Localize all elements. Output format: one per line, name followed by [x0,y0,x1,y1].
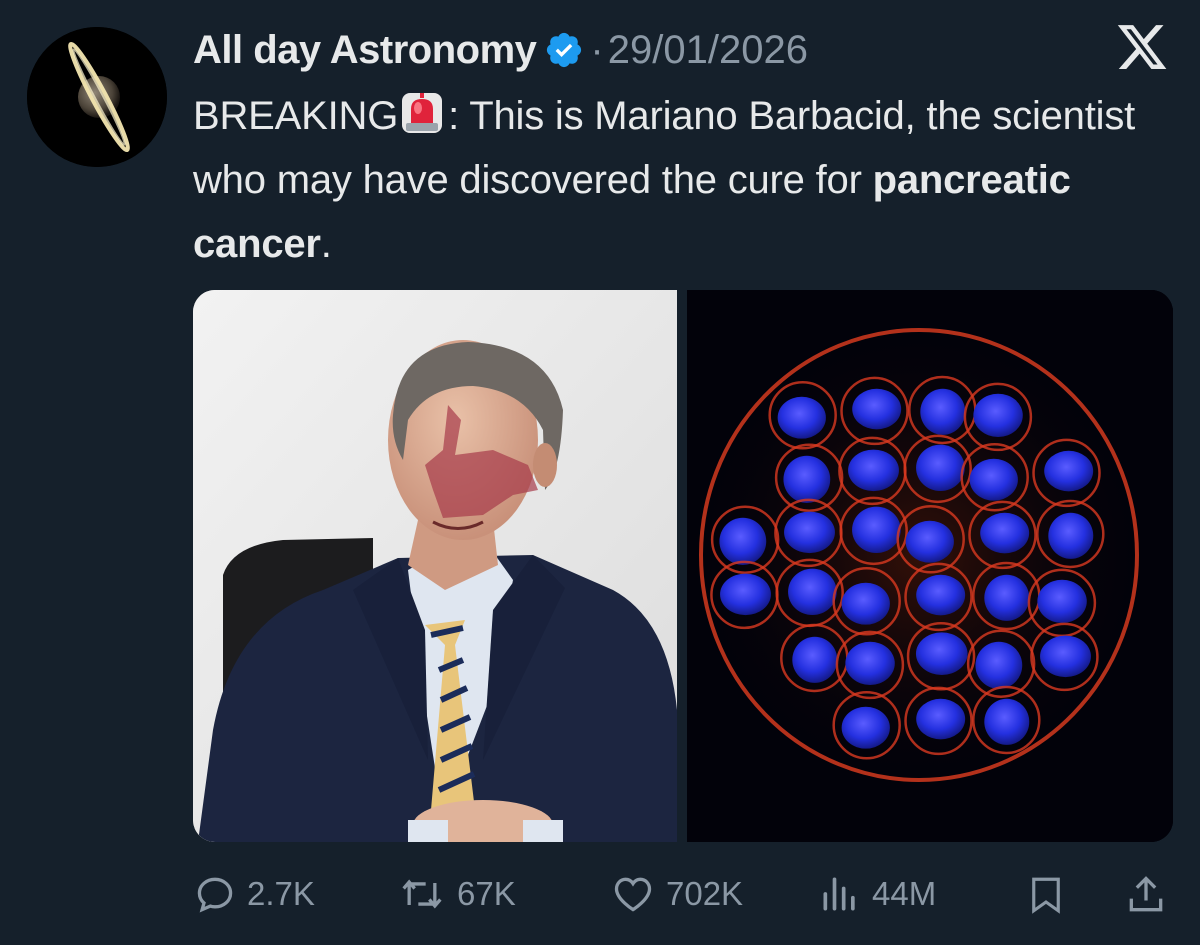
tweet-text: BREAKING : This is Mariano Barbacid, the… [193,84,1153,276]
cell-nucleus [852,388,902,430]
cell-nucleus [852,506,901,554]
bookmark-button[interactable] [1025,872,1077,918]
cell-nucleus [973,393,1023,437]
reply-button[interactable]: 2.7K [193,872,315,916]
tweet-header: All day Astronomy · 29/01/2026 [193,22,808,78]
cell-nucleus [969,458,1018,501]
siren-emoji-icon [402,93,443,133]
repost-icon [402,879,442,909]
cell-nucleus [1037,579,1087,623]
cell-nucleus [916,574,966,616]
cell-nucleus [719,517,767,565]
reply-count: 2.7K [247,875,315,912]
breaking-label: BREAKING [193,94,399,138]
cell-nucleus [905,520,954,563]
cell-nucleus [784,511,835,554]
cell-nucleus [720,573,771,616]
tweet-end-punct: . [320,222,332,266]
cell-nucleus [980,512,1030,554]
x-logo-icon [1117,25,1167,69]
verified-badge-icon [547,32,582,68]
cell-nucleus [975,641,1023,689]
media-photo-microscopy[interactable] [684,290,1173,842]
cell-nucleus [777,396,826,439]
cell-nucleus [848,449,899,492]
views-button[interactable]: 44M [818,872,936,916]
tweet-date[interactable]: 29/01/2026 [608,28,808,73]
portrait-image [193,290,677,842]
cell-nucleus [1044,450,1094,492]
cell-nucleus [1048,512,1094,559]
header-separator: · [590,27,604,72]
cell-nucleus [915,632,968,676]
cell-nucleus [984,574,1030,621]
media-grid [193,290,1173,842]
cell-nucleus [916,444,965,492]
media-photo-portrait[interactable] [193,290,677,842]
cell-nucleus [841,582,890,625]
media-divider [677,290,687,842]
cell-nucleus [841,706,890,749]
reply-icon [197,877,233,913]
heart-icon [614,877,652,912]
action-bar: 2.7K 67K 702K 44M [0,862,1200,926]
cell-nucleus [920,388,966,435]
like-button[interactable]: 702K [610,872,743,916]
repost-button[interactable]: 67K [397,872,516,916]
views-count: 44M [872,875,937,912]
cell-nucleus [792,636,838,683]
author-name[interactable]: All day Astronomy [193,28,537,73]
share-button[interactable] [1124,872,1178,918]
cell-nucleus [984,698,1030,745]
repost-count: 67K [457,875,516,912]
share-icon [1129,876,1163,912]
views-chart-icon [823,877,855,911]
saturn-avatar-image [27,27,167,167]
bookmark-icon [1032,877,1060,914]
author-avatar[interactable] [27,27,167,167]
cell-nucleus [783,455,831,503]
cell-cluster-image [684,290,1173,842]
cell-nucleus [845,641,895,685]
cell-nucleus [788,568,837,616]
cell-nucleus [1040,635,1091,678]
like-count: 702K [666,875,744,912]
cell-nucleus [916,698,966,740]
